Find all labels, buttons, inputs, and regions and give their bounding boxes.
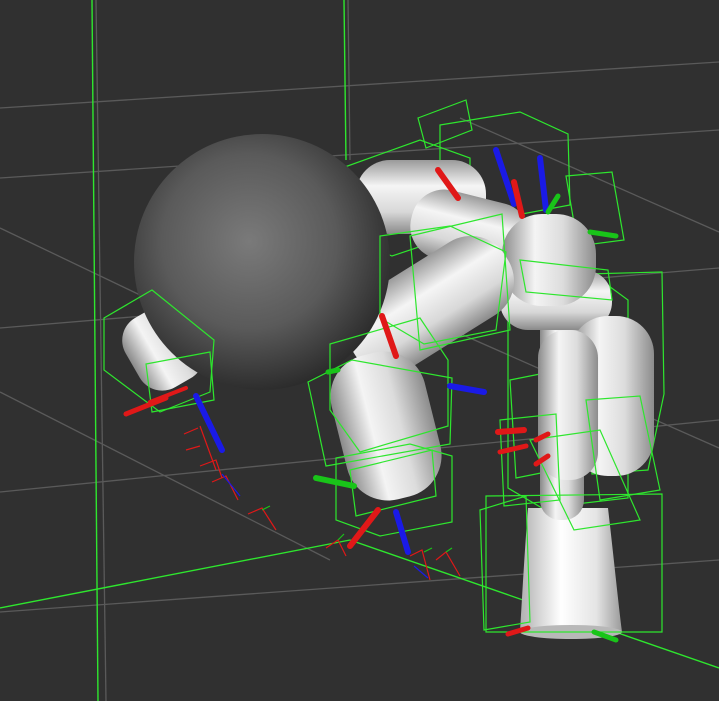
robot-base: [520, 508, 622, 639]
sphere-obstacle: [134, 134, 390, 390]
robot-arm-right: [538, 316, 654, 480]
robot-scene-canvas[interactable]: [0, 0, 719, 701]
3d-viewport[interactable]: [0, 0, 719, 701]
